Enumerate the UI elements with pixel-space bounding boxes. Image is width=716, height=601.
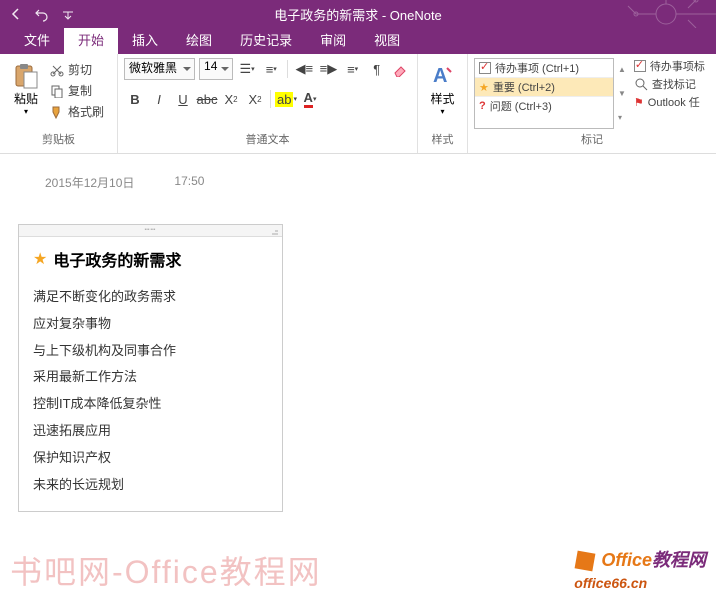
group-font-label: 普通文本 <box>124 129 411 149</box>
outlook-tasks-button[interactable]: ⚑Outlook 任 <box>634 94 705 110</box>
italic-button[interactable]: I <box>148 88 170 110</box>
tab-insert[interactable]: 插入 <box>118 25 172 54</box>
group-clipboard: 粘贴 ▾ 剪切 复制 格式刷 剪贴板 <box>0 54 118 153</box>
note-line[interactable]: 未来的长远规划 <box>33 475 268 496</box>
ribbon: 粘贴 ▾ 剪切 复制 格式刷 剪贴板 微软雅黑 14 ☰▾ ≡▾ ◀≡ ≡▶ ≡… <box>0 54 716 154</box>
decor-circuit <box>576 0 716 28</box>
gallery-up-icon[interactable]: ▲ <box>618 65 626 74</box>
copy-button[interactable]: 复制 <box>48 81 106 100</box>
undo-icon[interactable] <box>34 6 50 22</box>
note-line[interactable]: 与上下级机构及同事合作 <box>33 341 268 362</box>
note-title[interactable]: 电子政务的新需求 <box>53 247 181 271</box>
bullets-button[interactable]: ☰▾ <box>237 58 257 80</box>
find-tags-button[interactable]: 查找标记 <box>634 76 705 92</box>
group-styles-label: 样式 <box>424 129 461 149</box>
office-logo-icon <box>574 550 596 572</box>
group-tags-label: 标记 <box>474 129 710 149</box>
page-datetime: 2015年12月10日 17:50 <box>45 174 204 191</box>
tab-view[interactable]: 视图 <box>360 25 414 54</box>
align-button[interactable]: ≡▾ <box>343 58 363 80</box>
cut-button[interactable]: 剪切 <box>48 60 106 79</box>
chevron-down-icon <box>183 67 191 75</box>
svg-text:A: A <box>433 65 447 87</box>
note-canvas[interactable]: 2015年12月10日 17:50 ┅┅ ★ 电子政务的新需求 满足不断变化的政… <box>0 154 716 601</box>
tag-question[interactable]: ?问题 (Ctrl+3) <box>475 97 613 115</box>
page-date: 2015年12月10日 <box>45 174 134 191</box>
highlight-button[interactable]: ab▾ <box>275 88 297 110</box>
font-color-button[interactable]: A▾ <box>299 88 321 110</box>
watermark: 书吧网-Office教程网 Office教程网 office66.cn <box>10 546 706 593</box>
tab-history[interactable]: 历史记录 <box>226 25 306 54</box>
group-styles: A 样式 ▾ 样式 <box>418 54 468 153</box>
tab-file[interactable]: 文件 <box>10 25 64 54</box>
page-time: 17:50 <box>174 174 204 191</box>
strikethrough-button[interactable]: abc <box>196 88 218 110</box>
quick-access-toolbar <box>0 6 76 22</box>
group-clipboard-label: 剪贴板 <box>6 129 111 149</box>
back-icon[interactable] <box>8 6 24 22</box>
styles-button[interactable]: A 样式 ▾ <box>424 58 461 129</box>
star-icon: ★ <box>33 249 47 269</box>
paste-icon <box>12 62 40 90</box>
subscript-button[interactable]: X2 <box>220 88 242 110</box>
titlebar: 电子政务的新需求 - OneNote <box>0 0 716 28</box>
eraser-icon <box>393 61 409 77</box>
brush-icon <box>50 105 64 119</box>
watermark-right: Office教程网 office66.cn <box>574 546 706 593</box>
tab-draw[interactable]: 绘图 <box>172 25 226 54</box>
todo-tag-button[interactable]: 待办事项标 <box>634 58 705 74</box>
tag-important[interactable]: ★重要 (Ctrl+2) <box>475 78 613 97</box>
clear-format-button[interactable] <box>391 58 411 80</box>
paste-label: 粘贴 <box>14 90 38 107</box>
tag-todo[interactable]: 待办事项 (Ctrl+1) <box>475 59 613 78</box>
note-line[interactable]: 保护知识产权 <box>33 448 268 469</box>
outdent-button[interactable]: ◀≡ <box>294 58 314 80</box>
qat-customize-icon[interactable] <box>60 6 76 22</box>
group-font: 微软雅黑 14 ☰▾ ≡▾ ◀≡ ≡▶ ≡▾ ¶ B I U abc X2 X2… <box>118 54 418 153</box>
flag-icon: ⚑ <box>634 96 644 109</box>
font-size-select[interactable]: 14 <box>199 58 233 80</box>
note-line[interactable]: 控制IT成本降低复杂性 <box>33 394 268 415</box>
format-painter-button[interactable]: 格式刷 <box>48 102 106 121</box>
font-name-select[interactable]: 微软雅黑 <box>124 58 195 80</box>
paragraph-mark-button[interactable]: ¶ <box>367 58 387 80</box>
tab-home[interactable]: 开始 <box>64 25 118 54</box>
note-line[interactable]: 采用最新工作方法 <box>33 367 268 388</box>
numbering-button[interactable]: ≡▾ <box>261 58 281 80</box>
chevron-down-icon <box>221 67 229 75</box>
note-drag-handle[interactable]: ┅┅ <box>19 225 282 237</box>
copy-icon <box>50 84 64 98</box>
tag-gallery[interactable]: 待办事项 (Ctrl+1) ★重要 (Ctrl+2) ?问题 (Ctrl+3) <box>474 58 614 129</box>
cut-icon <box>50 63 64 77</box>
watermark-left: 书吧网-Office教程网 <box>10 547 322 593</box>
bold-button[interactable]: B <box>124 88 146 110</box>
checkbox-icon <box>634 60 646 72</box>
note-container[interactable]: ┅┅ ★ 电子政务的新需求 满足不断变化的政务需求 应对复杂事物 与上下级机构及… <box>18 224 283 512</box>
styles-icon: A <box>429 62 457 90</box>
paste-button[interactable]: 粘贴 ▾ <box>6 58 46 129</box>
note-line[interactable]: 迅速拓展应用 <box>33 421 268 442</box>
note-line[interactable]: 满足不断变化的政务需求 <box>33 287 268 308</box>
superscript-button[interactable]: X2 <box>244 88 266 110</box>
star-icon: ★ <box>479 81 489 94</box>
note-line[interactable]: 应对复杂事物 <box>33 314 268 335</box>
gallery-more-icon[interactable]: ▾ <box>618 113 626 122</box>
group-tags: 待办事项 (Ctrl+1) ★重要 (Ctrl+2) ?问题 (Ctrl+3) … <box>468 54 716 153</box>
resize-icon[interactable] <box>270 226 280 236</box>
search-icon <box>634 77 648 91</box>
checkbox-icon <box>479 62 491 74</box>
question-icon: ? <box>479 100 486 112</box>
tab-review[interactable]: 审阅 <box>306 25 360 54</box>
window-title: 电子政务的新需求 - OneNote <box>274 5 442 24</box>
indent-button[interactable]: ≡▶ <box>318 58 338 80</box>
ribbon-tabs: 文件 开始 插入 绘图 历史记录 审阅 视图 <box>0 28 716 54</box>
gallery-down-icon[interactable]: ▼ <box>618 89 626 98</box>
underline-button[interactable]: U <box>172 88 194 110</box>
